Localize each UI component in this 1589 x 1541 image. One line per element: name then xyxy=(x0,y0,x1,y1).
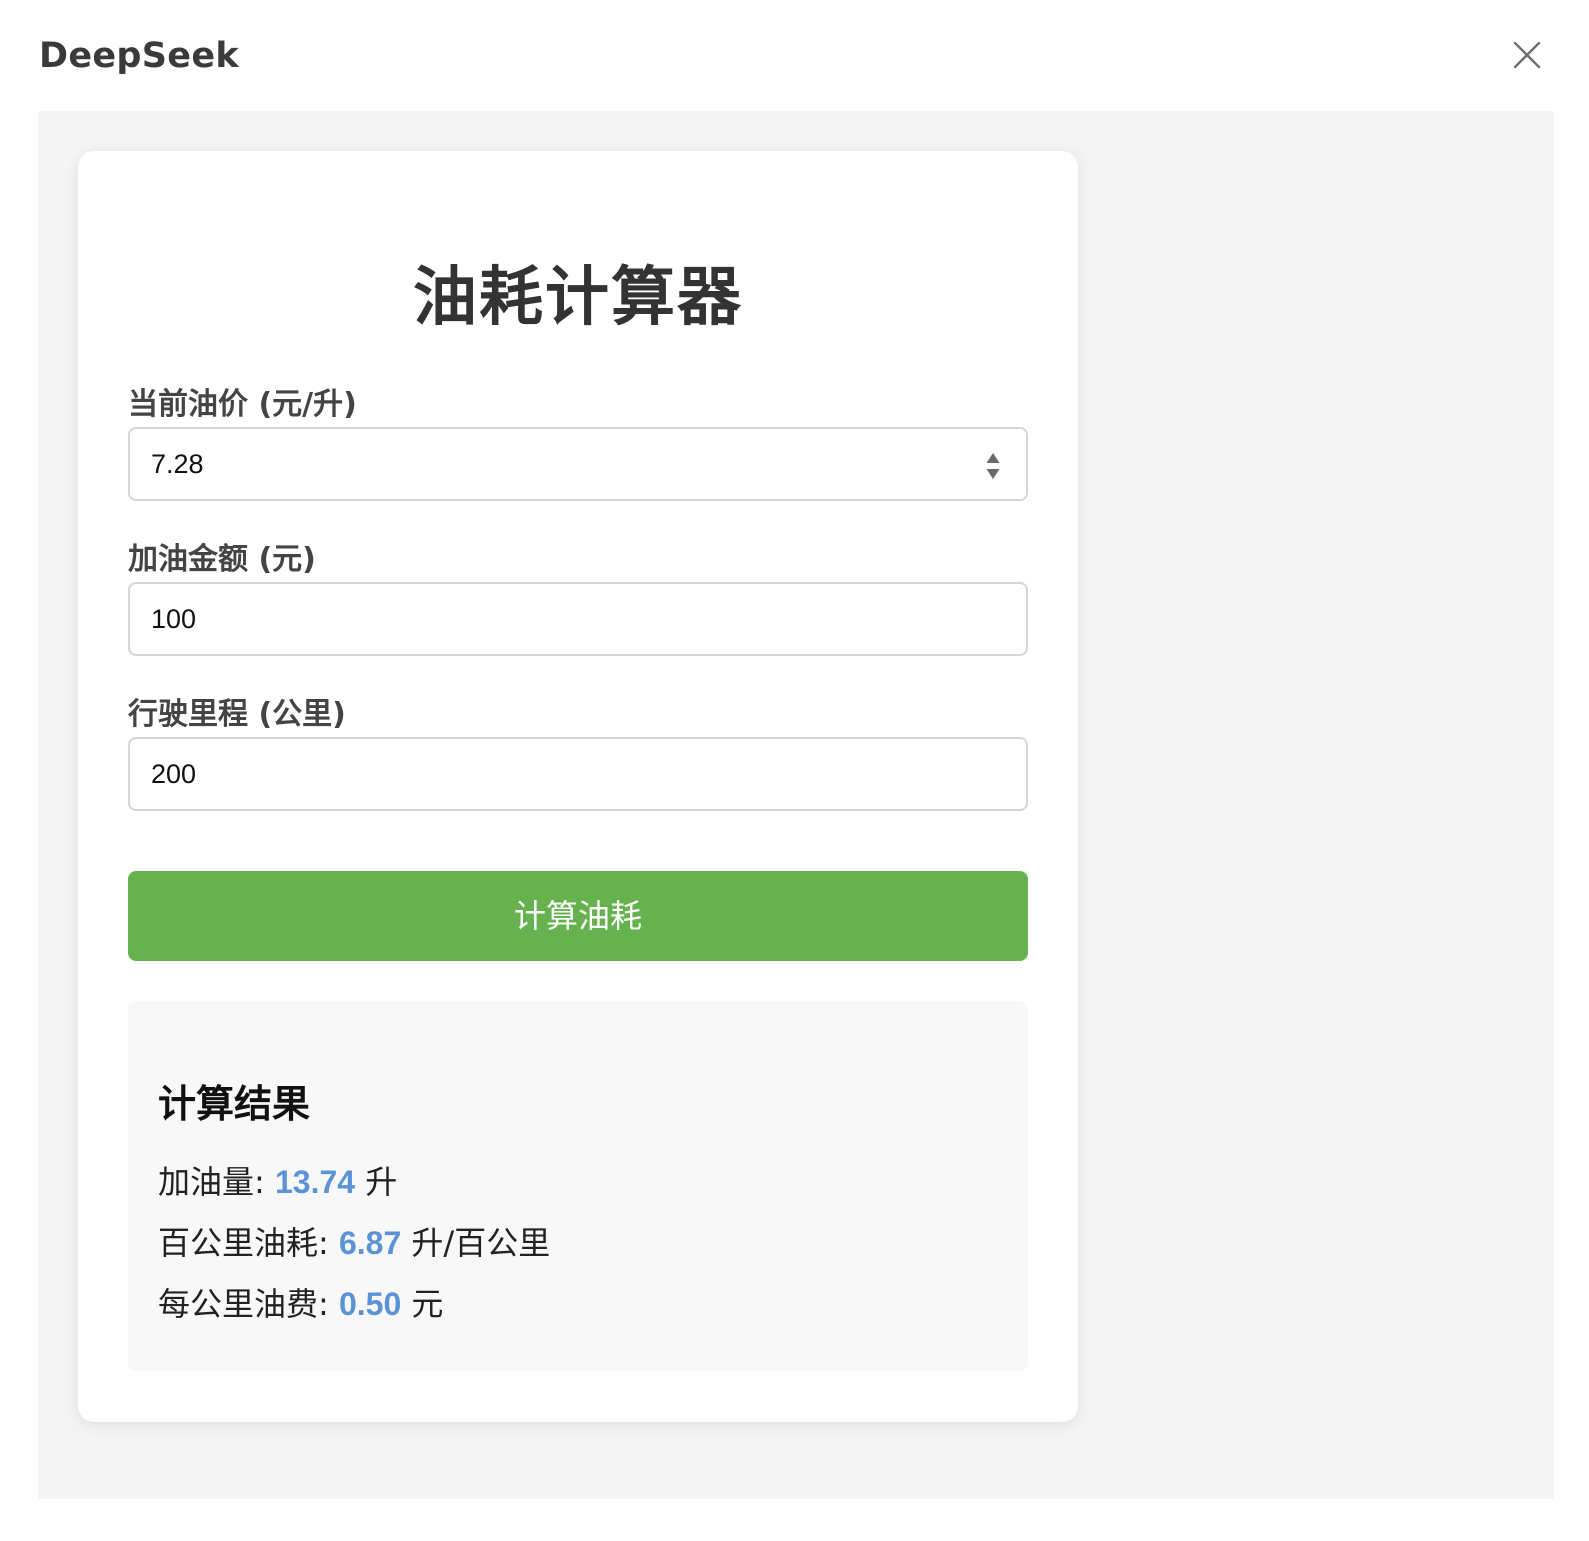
fuel-price-label: 当前油价 (元/升) xyxy=(128,387,357,422)
result-value: 6.87 xyxy=(338,1225,402,1261)
content-area: 油耗计算器 当前油价 (元/升) 7.28 加油金额 (元) 100 行驶里程 … xyxy=(38,111,1554,1499)
result-fuel-volume: 加油量: 13.74 升 xyxy=(158,1157,397,1203)
mileage-value: 200 xyxy=(151,759,197,789)
result-label: 百公里油耗: xyxy=(158,1224,339,1262)
refuel-amount-value: 100 xyxy=(151,604,197,634)
app-window: DeepSeek 油耗计算器 当前油价 (元/升) 7.28 加油金额 (元) … xyxy=(0,0,1589,1541)
calculate-button[interactable]: 计算油耗 xyxy=(128,871,1028,961)
fuel-price-input[interactable]: 7.28 xyxy=(128,427,1028,501)
fuel-price-value: 7.28 xyxy=(151,449,204,479)
result-label: 加油量: xyxy=(158,1163,275,1201)
mileage-label: 行驶里程 (公里) xyxy=(128,697,346,732)
close-button[interactable] xyxy=(1514,42,1554,82)
refuel-amount-input[interactable]: 100 xyxy=(128,582,1028,656)
app-title: DeepSeek xyxy=(39,36,239,76)
result-title: 计算结果 xyxy=(158,1082,311,1126)
result-cost-per-km: 每公里油费: 0.50 元 xyxy=(158,1279,443,1325)
result-label: 每公里油费: xyxy=(158,1285,339,1323)
calculator-card: 油耗计算器 当前油价 (元/升) 7.28 加油金额 (元) 100 行驶里程 … xyxy=(78,151,1078,1422)
result-unit: 元 xyxy=(401,1285,444,1323)
result-consumption-per-100km: 百公里油耗: 6.87 升/百公里 xyxy=(158,1218,550,1264)
calculator-title: 油耗计算器 xyxy=(413,261,743,335)
mileage-input[interactable]: 200 xyxy=(128,737,1028,811)
close-icon xyxy=(1514,42,1541,69)
spinner-arrows-icon[interactable] xyxy=(986,453,1000,479)
result-panel: 计算结果 加油量: 13.74 升 百公里油耗: 6.87 升/百公里 每公里油… xyxy=(128,1001,1028,1371)
refuel-amount-label: 加油金额 (元) xyxy=(128,542,316,577)
result-value: 0.50 xyxy=(338,1286,402,1322)
result-value: 13.74 xyxy=(274,1164,356,1200)
result-unit: 升 xyxy=(355,1163,398,1201)
result-unit: 升/百公里 xyxy=(401,1224,551,1262)
